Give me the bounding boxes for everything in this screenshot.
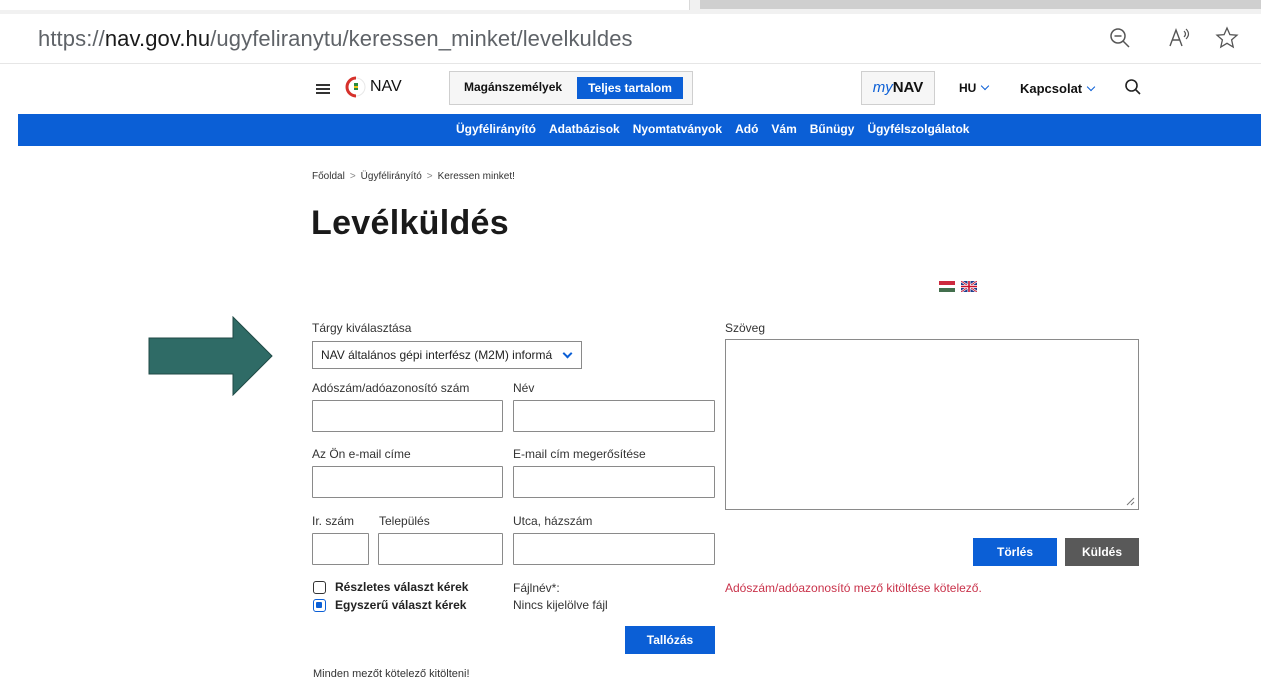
- segment-full-content-button[interactable]: Teljes tartalom: [577, 77, 683, 99]
- read-aloud-icon[interactable]: [1165, 24, 1193, 52]
- breadcrumb-ugyfeliranyito[interactable]: Ügyfélirányító: [361, 171, 422, 182]
- hungarian-flag-icon[interactable]: [939, 281, 955, 292]
- uk-flag-icon[interactable]: [961, 281, 977, 292]
- resize-handle-icon[interactable]: [1126, 497, 1135, 506]
- nav-logo-icon[interactable]: [345, 76, 367, 98]
- mynav-suffix: NAV: [892, 79, 924, 96]
- email-input[interactable]: [312, 466, 503, 498]
- breadcrumb-current: Keressen minket!: [437, 171, 515, 182]
- validation-error-message: Adószám/adóazonosító mező kitöltése köte…: [725, 581, 982, 595]
- simple-reply-checkbox[interactable]: [313, 598, 326, 612]
- browse-file-button[interactable]: Tallózás: [625, 626, 715, 654]
- email-label: Az Ön e-mail címe: [312, 447, 411, 461]
- hamburger-menu-icon[interactable]: [316, 84, 330, 94]
- file-name-label: Fájlnév*:: [513, 581, 560, 595]
- main-navigation: Ügyfélirányító Adatbázisok Nyomtatványok…: [18, 114, 1261, 146]
- mynav-button[interactable]: myNAV: [861, 71, 935, 105]
- nav-item-ugyfelszolgalatok[interactable]: Ügyfélszolgálatok: [867, 122, 969, 136]
- message-text-label: Szöveg: [725, 321, 766, 335]
- segment-private-button[interactable]: Magánszemélyek: [464, 80, 562, 94]
- chevron-down-icon: [1086, 82, 1096, 92]
- city-label: Település: [379, 514, 430, 528]
- name-input[interactable]: [513, 400, 715, 432]
- contact-dropdown[interactable]: Kapcsolat: [1020, 81, 1096, 96]
- breadcrumb: Főoldal > Ügyfélirányító > Keressen minket!: [312, 171, 515, 182]
- logo-text[interactable]: NAV: [370, 78, 402, 96]
- clear-button[interactable]: Törlés: [973, 538, 1057, 566]
- tax-id-label: Adószám/adóazonosító szám: [312, 381, 470, 395]
- file-name-value: Nincs kijelölve fájl: [513, 598, 608, 612]
- subject-select-value: NAV általános gépi interfész (M2M) infor…: [321, 348, 553, 362]
- breadcrumb-home[interactable]: Főoldal: [312, 171, 345, 182]
- message-textarea[interactable]: [725, 339, 1139, 510]
- detailed-reply-option[interactable]: Részletes választ kérek: [313, 579, 468, 595]
- send-button[interactable]: Küldés: [1065, 538, 1139, 566]
- street-input[interactable]: [513, 533, 715, 565]
- url-text[interactable]: https://nav.gov.hu/ugyfeliranytu/keresse…: [38, 26, 633, 52]
- simple-reply-option[interactable]: Egyszerű választ kérek: [313, 597, 466, 613]
- email-confirm-input[interactable]: [513, 466, 715, 498]
- chevron-down-icon: [981, 81, 990, 91]
- site-header: NAV Magánszemélyek Teljes tartalom myNAV…: [0, 64, 1261, 112]
- subject-label: Tárgy kiválasztása: [312, 321, 412, 335]
- detailed-reply-label: Részletes választ kérek: [335, 580, 469, 594]
- breadcrumb-separator-icon: >: [426, 171, 433, 182]
- page-title: Levélküldés: [311, 204, 509, 242]
- zip-input[interactable]: [312, 533, 369, 565]
- required-fields-note: Minden mezőt kötelező kitölteni!: [313, 668, 470, 680]
- search-icon[interactable]: [1124, 78, 1142, 96]
- nav-item-ugyfeliranyito[interactable]: Ügyfélirányító: [456, 122, 536, 136]
- subject-select[interactable]: NAV általános gépi interfész (M2M) infor…: [312, 341, 582, 369]
- browser-tab-inactive[interactable]: [700, 0, 1261, 9]
- zip-label: Ir. szám: [312, 514, 355, 528]
- annotation-arrow-icon: [148, 316, 273, 396]
- nav-item-nyomtatvanyok[interactable]: Nyomtatványok: [633, 122, 722, 136]
- favorite-star-icon[interactable]: [1213, 24, 1241, 52]
- nav-item-adatbazisok[interactable]: Adatbázisok: [549, 122, 620, 136]
- breadcrumb-separator-icon: >: [349, 171, 356, 182]
- tax-id-input[interactable]: [312, 400, 503, 432]
- nav-item-ado[interactable]: Adó: [735, 122, 758, 136]
- city-input[interactable]: [378, 533, 503, 565]
- email-confirm-label: E-mail cím megerősítése: [513, 447, 646, 461]
- browser-address-bar[interactable]: https://nav.gov.hu/ugyfeliranytu/keresse…: [0, 14, 1261, 64]
- nav-item-vam[interactable]: Vám: [771, 122, 796, 136]
- street-label: Utca, házszám: [513, 514, 593, 528]
- zoom-out-icon[interactable]: [1106, 24, 1134, 52]
- nav-item-bunugy[interactable]: Bűnügy: [810, 122, 855, 136]
- browser-tab-active[interactable]: [0, 0, 690, 10]
- audience-switch: Magánszemélyek Teljes tartalom: [449, 71, 693, 105]
- simple-reply-label: Egyszerű választ kérek: [335, 598, 467, 612]
- language-dropdown[interactable]: HU: [959, 81, 990, 95]
- browser-tab-strip: [0, 0, 1261, 14]
- chevron-down-icon: [562, 348, 573, 359]
- detailed-reply-checkbox[interactable]: [313, 580, 326, 594]
- mynav-prefix: my: [872, 79, 893, 96]
- name-label: Név: [513, 381, 535, 395]
